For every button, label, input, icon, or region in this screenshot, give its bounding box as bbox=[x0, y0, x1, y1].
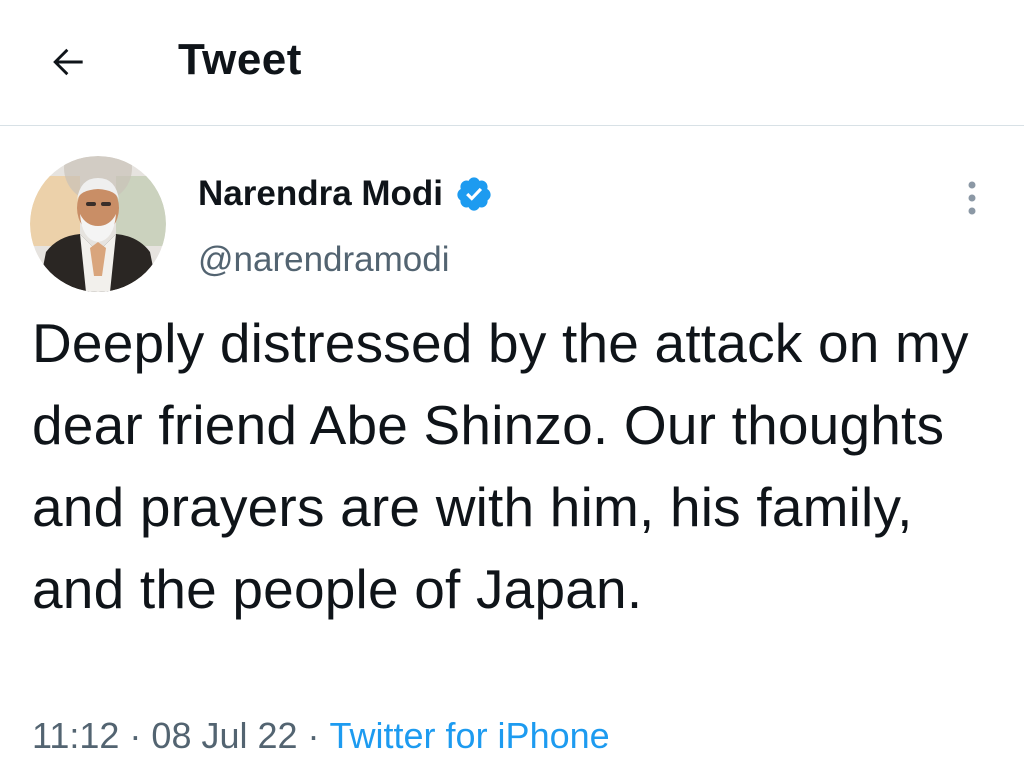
page-title: Tweet bbox=[178, 35, 302, 84]
avatar[interactable] bbox=[30, 156, 166, 292]
arrow-left-icon bbox=[53, 48, 83, 76]
tweet-time[interactable]: 11:12 bbox=[32, 715, 119, 756]
author-display-name: Narendra Modi bbox=[198, 174, 444, 213]
more-options-button[interactable] bbox=[952, 176, 992, 220]
avatar-image bbox=[30, 156, 166, 292]
meta-separator: · bbox=[307, 715, 320, 756]
tweet-meta: 11:12 · 08 Jul 22 · Twitter for iPhone bbox=[32, 712, 610, 760]
tweet-date[interactable]: 08 Jul 22 bbox=[151, 715, 297, 756]
meta-separator: · bbox=[129, 715, 142, 756]
tweet-detail-page: Tweet Narendra Modi @narendramodi Deeply… bbox=[0, 0, 1024, 777]
tweet-source-link[interactable]: Twitter for iPhone bbox=[330, 715, 610, 756]
more-vertical-icon bbox=[968, 181, 976, 215]
author-handle[interactable]: @narendramodi bbox=[198, 236, 450, 284]
author-name[interactable]: Narendra Modi bbox=[198, 170, 493, 218]
top-bar: Tweet bbox=[0, 0, 1024, 126]
tweet-text: Deeply distressed by the attack on my de… bbox=[32, 312, 969, 620]
back-button[interactable] bbox=[40, 34, 96, 90]
verified-badge-icon bbox=[455, 175, 493, 213]
